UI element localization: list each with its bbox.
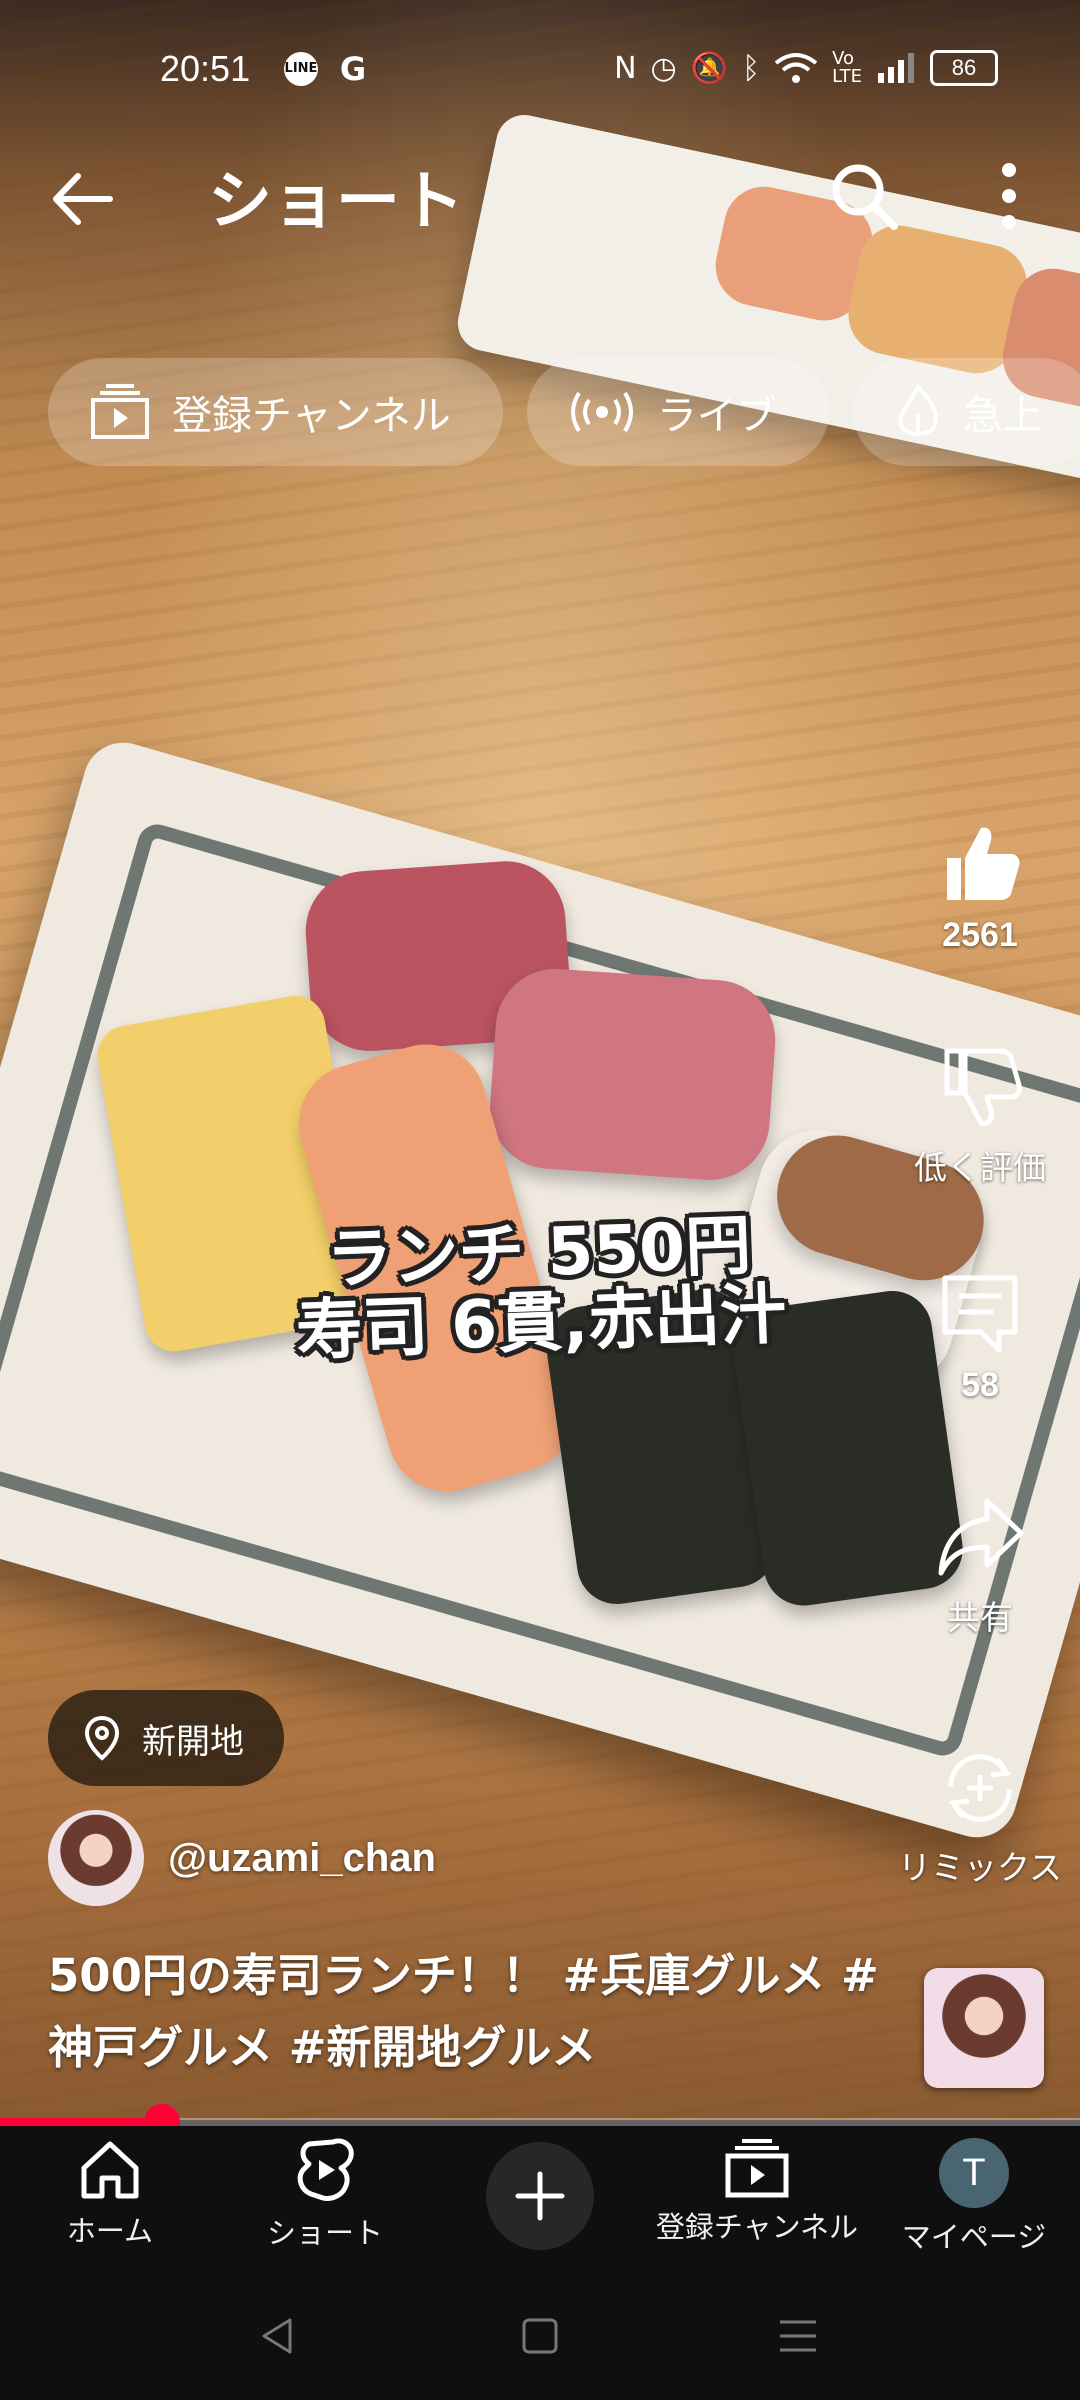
nav-shorts[interactable]: ショート — [255, 2138, 395, 2252]
search-icon[interactable] — [826, 158, 902, 234]
remix-label: リミックス — [897, 1848, 1062, 1887]
hashtag-shinkaichi-gourmet[interactable]: #新開地グルメ — [289, 2021, 597, 2074]
nav-mypage-label: マイページ — [901, 2220, 1047, 2254]
google-app-icon: G — [339, 50, 367, 88]
top-app-bar: ショート — [0, 140, 1080, 250]
live-icon — [570, 391, 633, 433]
subscriptions-icon — [91, 384, 149, 439]
location-chip[interactable]: 新開地 — [48, 1690, 284, 1786]
nfc-icon: N — [614, 50, 637, 86]
chip-live[interactable]: ライブ — [526, 358, 829, 466]
alarm-icon: ◷ — [650, 50, 677, 86]
progress-fill — [0, 2118, 162, 2126]
system-recents-icon[interactable] — [776, 2314, 820, 2358]
video-progress-bar[interactable] — [0, 2104, 1080, 2140]
hashtag-hyogo-gourmet[interactable]: #兵庫グルメ — [563, 1949, 826, 2002]
volte-icon: Vo LTE — [832, 48, 862, 87]
dislike-button[interactable]: 低く評価 — [880, 1045, 1080, 1189]
signal-icon — [878, 53, 914, 83]
remix-icon — [948, 1754, 1012, 1822]
status-bar: 20:51 LINE G N ◷ 🔕 ᛒ Vo LTE 86 — [0, 0, 1080, 130]
nav-home[interactable]: ホーム — [40, 2138, 180, 2250]
remix-button[interactable]: リミックス — [880, 1745, 1080, 1889]
status-time: 20:51 — [160, 48, 251, 89]
share-label: 共有 — [947, 1598, 1013, 1637]
chip-trending-label: 急上 — [962, 393, 1043, 439]
shorts-icon — [297, 2138, 354, 2201]
back-arrow-icon[interactable] — [48, 164, 118, 234]
nav-subscriptions-label: 登録チャンネル — [655, 2210, 859, 2244]
video-description[interactable]: 500円の寿司ランチ！！ #兵庫グルメ # 神戸グルメ #新開地グルメ — [48, 1940, 908, 2084]
wifi-icon — [774, 53, 818, 83]
create-button[interactable] — [486, 2142, 594, 2250]
comment-icon — [942, 1275, 1018, 1353]
thumbs-up-icon — [947, 827, 1020, 900]
system-navigation-bar — [0, 2270, 1080, 2400]
location-pin-icon — [84, 1715, 120, 1761]
like-count: 2561 — [942, 916, 1018, 954]
chip-live-label: ライブ — [656, 393, 777, 439]
comments-button[interactable]: 58 — [880, 1270, 1080, 1405]
user-avatar: T — [939, 2138, 1009, 2208]
bottom-navigation: ホーム ショート 登録チャンネル T マイページ — [0, 2126, 1080, 2270]
nav-mypage[interactable]: T マイページ — [894, 2138, 1054, 2256]
comment-count: 58 — [961, 1366, 999, 1404]
bluetooth-icon: ᛒ — [742, 50, 761, 86]
system-back-icon[interactable] — [256, 2314, 300, 2358]
channel-row[interactable]: @uzami_chan — [48, 1810, 436, 1906]
like-button[interactable]: 2561 — [880, 820, 1080, 955]
thumbs-down-icon — [944, 1048, 1022, 1126]
chip-subscriptions[interactable]: 登録チャンネル — [48, 358, 503, 466]
trending-icon — [898, 383, 938, 436]
channel-handle[interactable]: @uzami_chan — [168, 1836, 436, 1881]
nav-home-label: ホーム — [66, 2214, 154, 2248]
home-icon — [81, 2141, 139, 2199]
share-icon — [938, 1498, 1024, 1576]
share-button[interactable]: 共有 — [880, 1495, 1080, 1639]
line-app-icon: LINE — [284, 52, 318, 86]
system-home-icon[interactable] — [518, 2314, 562, 2358]
dislike-label: 低く評価 — [914, 1148, 1046, 1187]
feed-filter-chips: 登録チャンネル ライブ 急上 — [48, 358, 1080, 466]
plus-icon — [515, 2171, 565, 2221]
page-title: ショート — [208, 165, 464, 239]
sound-thumbnail[interactable] — [924, 1968, 1044, 2088]
hashtag-prefix[interactable]: # — [841, 1949, 879, 2002]
nav-shorts-label: ショート — [266, 2216, 383, 2250]
chip-trending[interactable]: 急上 — [852, 358, 1080, 466]
mute-icon: 🔕 — [690, 50, 729, 86]
hashtag-kobe-gourmet[interactable]: 神戸グルメ — [48, 2021, 273, 2074]
chip-subscriptions-label: 登録チャンネル — [172, 393, 451, 439]
channel-avatar[interactable] — [48, 1810, 144, 1906]
description-text: 500円の寿司ランチ！！ — [48, 1949, 547, 2002]
nav-subscriptions[interactable]: 登録チャンネル — [650, 2138, 864, 2246]
more-vert-icon[interactable] — [974, 158, 1044, 234]
battery-indicator: 86 — [930, 50, 998, 86]
location-label: 新開地 — [142, 1721, 244, 1762]
subscriptions-icon — [725, 2139, 789, 2198]
